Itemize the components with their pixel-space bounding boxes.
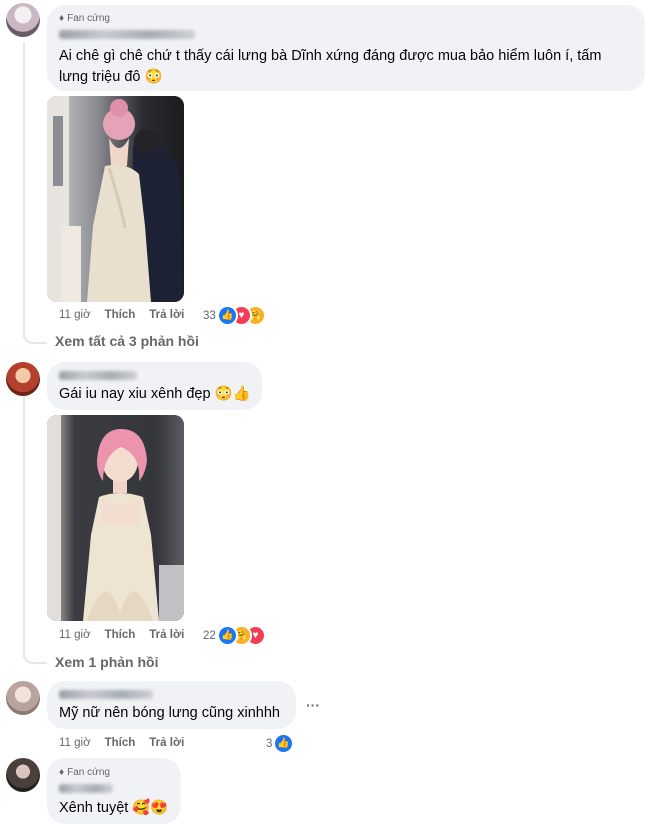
- avatar[interactable]: [6, 758, 40, 792]
- view-replies-link[interactable]: Xem 1 phản hồi: [55, 654, 158, 670]
- commenter-name[interactable]: [59, 30, 195, 39]
- diamond-icon: ♦: [59, 767, 65, 778]
- emoji: 🥰😍: [132, 800, 169, 816]
- comment-text: Ai chê gì chê chứ t thấy cái lưng bà Dĩn…: [59, 48, 602, 85]
- comment-text: Mỹ nữ nên bóng lưng cũng xinhhh: [59, 705, 280, 721]
- comment-bubble: Mỹ nữ nên bóng lưng cũng xinhhh: [47, 681, 296, 729]
- like-icon: 👍: [217, 305, 238, 326]
- emoji: 😳👍: [214, 386, 251, 402]
- thread-elbow: [23, 632, 47, 664]
- comment-text: Gái iu nay xiu xênh đẹp 😳👍: [59, 386, 251, 402]
- comment-actions: 11 giờ Thích Trả lời: [59, 309, 198, 321]
- comment-photo[interactable]: [47, 415, 184, 621]
- comment-actions: 11 giờ Thích Trả lời: [59, 629, 198, 641]
- avatar[interactable]: [6, 3, 40, 37]
- comment-bubble: ♦ Fan cứng Xênh tuyệt 🥰😍: [47, 758, 181, 824]
- reaction-count[interactable]: 22: [203, 630, 216, 642]
- thread-elbow: [23, 310, 47, 344]
- comment-time[interactable]: 11 giờ: [59, 629, 91, 641]
- reply-button[interactable]: Trả lời: [149, 737, 184, 749]
- comment-text: Xênh tuyệt 🥰😍: [59, 800, 169, 816]
- comment-time[interactable]: 11 giờ: [59, 737, 91, 749]
- like-button[interactable]: Thích: [105, 737, 136, 749]
- fan-badge: ♦ Fan cứng: [59, 13, 110, 24]
- fan-badge: ♦ Fan cứng: [59, 767, 110, 778]
- reaction-count[interactable]: 33: [203, 310, 216, 322]
- view-replies-link[interactable]: Xem tất cả 3 phản hồi: [55, 333, 199, 349]
- reply-button[interactable]: Trả lời: [149, 629, 184, 641]
- commenter-name[interactable]: [59, 690, 153, 699]
- more-options-icon[interactable]: ···: [306, 697, 320, 713]
- like-icon: 👍: [217, 625, 238, 646]
- avatar[interactable]: [6, 362, 40, 396]
- photo-image: [47, 96, 184, 302]
- badge-label: Fan cứng: [67, 13, 110, 24]
- photo-image: [47, 415, 184, 621]
- comment-actions: 11 giờ Thích Trả lời: [59, 737, 198, 749]
- diamond-icon: ♦: [59, 13, 65, 24]
- comment-photo[interactable]: [47, 96, 184, 302]
- comment-time[interactable]: 11 giờ: [59, 309, 91, 321]
- thread-line: [23, 396, 25, 658]
- like-button[interactable]: Thích: [105, 629, 136, 641]
- reaction-count[interactable]: 3: [266, 738, 272, 750]
- commenter-name[interactable]: [59, 371, 137, 380]
- comment-bubble: ♦ Fan cứng Ai chê gì chê chứ t thấy cái …: [47, 5, 645, 91]
- thread-line: [23, 42, 25, 338]
- emoji: 😳: [144, 69, 163, 85]
- like-button[interactable]: Thích: [105, 309, 136, 321]
- like-icon: 👍: [273, 733, 294, 754]
- reply-button[interactable]: Trả lời: [149, 309, 184, 321]
- avatar[interactable]: [6, 681, 40, 715]
- comment-bubble: Gái iu nay xiu xênh đẹp 😳👍: [47, 362, 262, 410]
- commenter-name[interactable]: [59, 784, 113, 793]
- badge-label: Fan cứng: [67, 767, 110, 778]
